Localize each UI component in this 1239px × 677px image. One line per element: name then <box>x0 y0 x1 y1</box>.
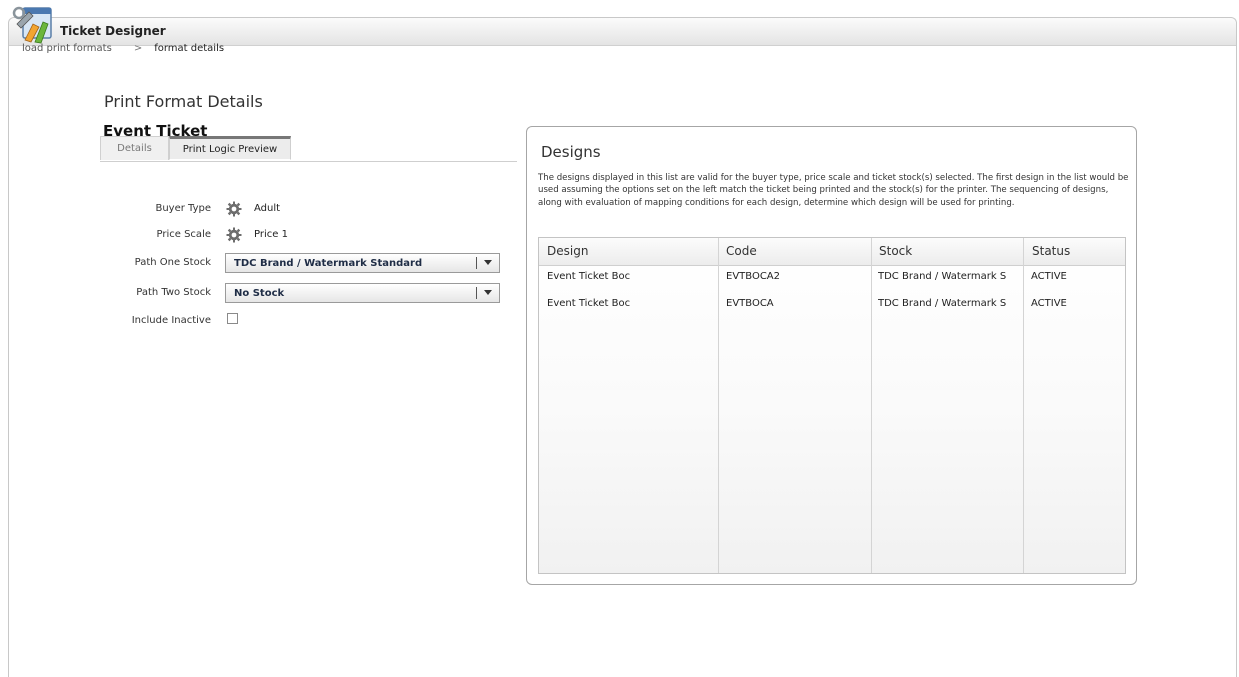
select-divider <box>476 287 477 299</box>
tab-bar: Details Print Logic Preview <box>100 136 517 162</box>
cell-stock: TDC Brand / Watermark S <box>878 298 1007 309</box>
tab-print-logic-preview[interactable]: Print Logic Preview <box>169 136 291 160</box>
column-header-design[interactable]: Design <box>547 244 588 258</box>
breadcrumb-current: format details <box>154 43 225 54</box>
tab-details[interactable]: Details <box>100 136 169 160</box>
designs-panel: Designs The designs displayed in this li… <box>526 126 1137 585</box>
include-inactive-label: Include Inactive <box>131 315 211 326</box>
buyer-type-label: Buyer Type <box>155 203 211 214</box>
column-header-status[interactable]: Status <box>1032 244 1070 258</box>
cell-design: Event Ticket Boc <box>547 298 631 309</box>
table-header: Design Code Stock Status <box>539 238 1125 266</box>
breadcrumb: load print formats > format details <box>22 43 224 54</box>
app-title: Ticket Designer <box>60 24 166 38</box>
designs-table: Design Code Stock Status Event Ticket Bo… <box>538 237 1126 574</box>
path-one-stock-label: Path One Stock <box>134 257 211 268</box>
ticket-designer-app-icon <box>12 6 52 44</box>
breadcrumb-link-load-print-formats[interactable]: load print formats <box>22 43 112 54</box>
column-divider <box>718 238 719 573</box>
cell-stock: TDC Brand / Watermark S <box>878 271 1007 282</box>
chevron-down-icon <box>484 260 492 265</box>
gear-icon[interactable] <box>226 227 242 243</box>
buyer-type-value: Adult <box>254 203 281 214</box>
title-bar: Ticket Designer <box>9 18 1236 46</box>
path-one-stock-select[interactable]: TDC Brand / Watermark Standard <box>225 253 500 273</box>
select-divider <box>476 257 477 269</box>
cell-code: EVTBOCA2 <box>726 271 781 282</box>
path-two-stock-selected: No Stock <box>234 288 285 299</box>
price-scale-value: Price 1 <box>254 229 288 240</box>
breadcrumb-separator: > <box>133 43 143 54</box>
price-scale-label: Price Scale <box>156 229 211 240</box>
cell-status: ACTIVE <box>1031 298 1067 309</box>
cell-design: Event Ticket Boc <box>547 271 631 282</box>
path-two-stock-select[interactable]: No Stock <box>225 283 500 303</box>
column-header-stock[interactable]: Stock <box>879 244 912 258</box>
cell-status: ACTIVE <box>1031 271 1067 282</box>
include-inactive-checkbox[interactable] <box>227 313 238 324</box>
column-divider <box>871 238 872 573</box>
gear-icon[interactable] <box>226 201 242 217</box>
designs-description: The designs displayed in this list are v… <box>538 173 1129 208</box>
cell-code: EVTBOCA <box>726 298 774 309</box>
path-one-stock-selected: TDC Brand / Watermark Standard <box>234 258 423 269</box>
chevron-down-icon <box>484 290 492 295</box>
column-divider <box>1023 238 1024 573</box>
page-title: Print Format Details <box>104 92 263 111</box>
path-two-stock-label: Path Two Stock <box>136 287 211 298</box>
column-header-code[interactable]: Code <box>726 244 757 258</box>
designs-title: Designs <box>541 143 601 161</box>
